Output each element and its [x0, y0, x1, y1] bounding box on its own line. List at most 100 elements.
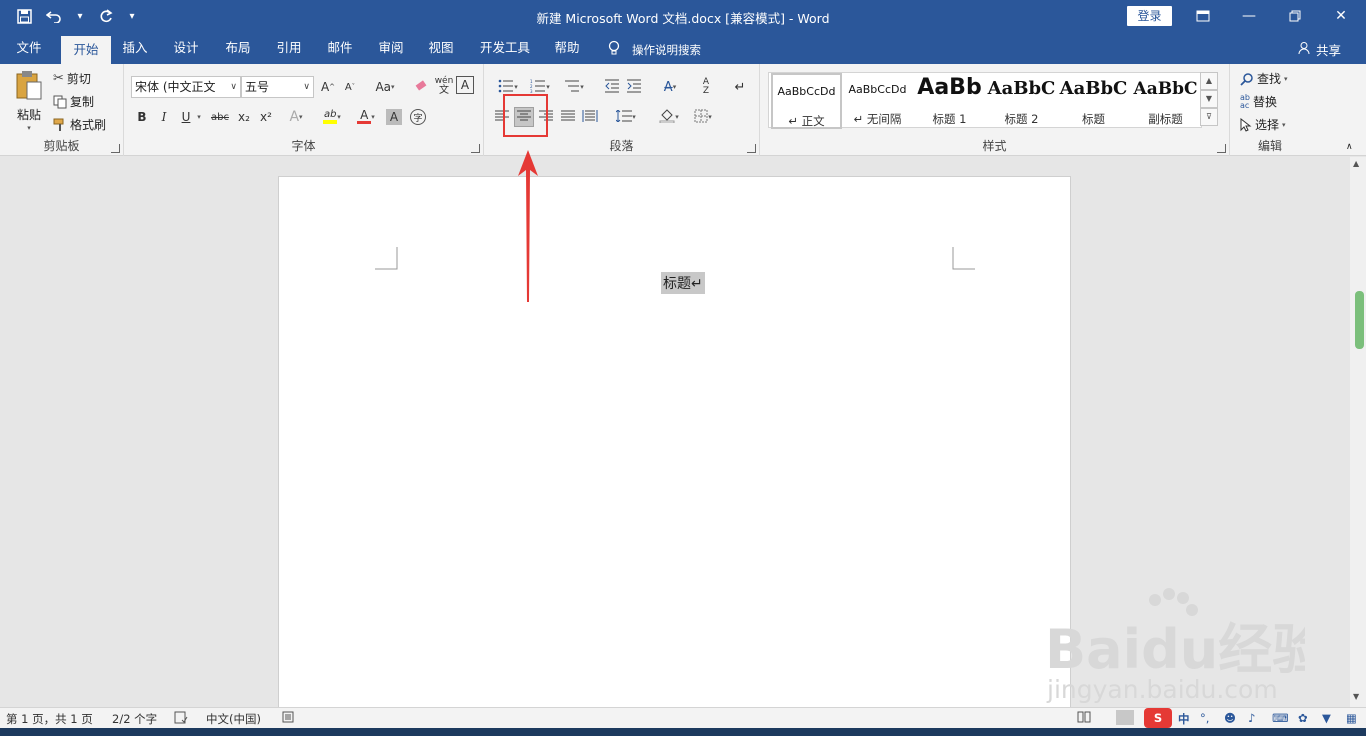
- ime-grid-icon[interactable]: ▦: [1346, 711, 1357, 725]
- undo-icon[interactable]: [44, 6, 64, 26]
- text-effects-button[interactable]: A ▾: [286, 107, 306, 127]
- ime-voice-icon[interactable]: ♪: [1248, 711, 1255, 725]
- paragraph-launcher-icon[interactable]: .: [747, 144, 756, 153]
- shading-button[interactable]: ▾: [654, 107, 684, 127]
- tell-me-search[interactable]: 操作说明搜索: [608, 40, 701, 59]
- highlight-button[interactable]: ab ▾: [318, 107, 346, 127]
- gallery-up-icon[interactable]: ▲: [1200, 72, 1218, 90]
- phonetic-guide-button[interactable]: wén 文: [434, 76, 454, 96]
- replace-button[interactable]: ab ac 替换: [1240, 93, 1277, 110]
- justify-button[interactable]: [558, 107, 578, 127]
- scroll-thumb[interactable]: [1355, 291, 1364, 349]
- collapse-ribbon-icon[interactable]: ∧: [1346, 142, 1353, 152]
- style-normal[interactable]: AaBbCcDd ↵ 正文: [771, 73, 842, 129]
- gallery-down-icon[interactable]: ▼: [1200, 90, 1218, 108]
- ime-skin-icon[interactable]: ✿: [1298, 711, 1308, 725]
- char-shading-button[interactable]: A: [386, 109, 402, 125]
- ime-chinese-icon[interactable]: 中: [1178, 711, 1190, 727]
- ime-shirt-icon[interactable]: ▼: [1322, 711, 1331, 725]
- select-button[interactable]: 选择 ▾: [1240, 116, 1286, 133]
- shrink-font-button[interactable]: Aˇ: [340, 77, 360, 97]
- tab-developer[interactable]: 开发工具: [474, 32, 536, 64]
- ime-keyboard-icon[interactable]: ⌨: [1272, 711, 1289, 725]
- redo-icon[interactable]: [96, 6, 116, 26]
- customize-qat-icon[interactable]: ▾: [126, 6, 138, 26]
- tab-design[interactable]: 设计: [166, 32, 206, 64]
- style-title[interactable]: AaBbC 标题: [1058, 73, 1129, 129]
- show-marks-button[interactable]: ↵: [730, 77, 750, 97]
- decrease-indent-button[interactable]: [602, 77, 622, 97]
- cut-button[interactable]: ✂ 剪切: [53, 70, 91, 87]
- close-icon[interactable]: ✕: [1318, 4, 1364, 28]
- italic-button[interactable]: I: [154, 107, 174, 127]
- tab-help[interactable]: 帮助: [547, 32, 587, 64]
- print-layout-icon[interactable]: [1116, 710, 1134, 725]
- font-launcher-icon[interactable]: .: [471, 144, 480, 153]
- change-case-button[interactable]: Aa ▾: [370, 77, 400, 97]
- format-painter-button[interactable]: 格式刷: [53, 116, 106, 133]
- read-mode-icon[interactable]: [1077, 711, 1091, 726]
- subscript-button[interactable]: x₂: [234, 107, 254, 127]
- bold-button[interactable]: B: [132, 107, 152, 127]
- font-color-button[interactable]: A ▾: [352, 107, 380, 127]
- restore-icon[interactable]: [1272, 4, 1318, 28]
- font-name-dropdown-icon[interactable]: ∨: [230, 77, 237, 97]
- login-button[interactable]: 登录: [1127, 6, 1172, 26]
- vertical-scrollbar[interactable]: ▲ ▼: [1350, 157, 1366, 707]
- paste-dropdown-icon[interactable]: ▾: [27, 124, 31, 132]
- gallery-more-icon[interactable]: ⊽: [1200, 108, 1218, 126]
- distributed-button[interactable]: [580, 107, 600, 127]
- document-page[interactable]: 标题↵: [278, 176, 1071, 716]
- underline-button[interactable]: U: [176, 107, 196, 127]
- font-size-dropdown-icon[interactable]: ∨: [303, 77, 310, 97]
- macro-icon[interactable]: [282, 711, 294, 726]
- find-button[interactable]: 查找 ▾: [1240, 70, 1288, 87]
- line-spacing-button[interactable]: ▾: [612, 107, 640, 127]
- superscript-button[interactable]: x²: [256, 107, 276, 127]
- style-no-spacing[interactable]: AaBbCcDd ↵ 无间隔: [842, 73, 913, 129]
- clear-formatting-button[interactable]: [412, 77, 432, 97]
- styles-launcher-icon[interactable]: .: [1217, 144, 1226, 153]
- tab-review[interactable]: 审阅: [371, 32, 411, 64]
- minimize-icon[interactable]: —: [1226, 4, 1272, 28]
- language-status[interactable]: 中文(中国): [206, 711, 261, 727]
- tab-home[interactable]: 开始: [61, 36, 111, 64]
- scroll-down-icon[interactable]: ▼: [1353, 692, 1359, 701]
- style-heading-1[interactable]: AaBb 标题 1: [914, 73, 985, 129]
- enclose-chars-button[interactable]: 字: [408, 107, 428, 127]
- style-subtitle[interactable]: AaBbC 副标题: [1130, 73, 1201, 129]
- undo-dropdown-icon[interactable]: ▾: [74, 6, 86, 26]
- strikethrough-button[interactable]: abc: [208, 107, 232, 127]
- ribbon-display-icon[interactable]: [1180, 4, 1226, 28]
- borders-button[interactable]: ▾: [688, 107, 718, 127]
- chinese-layout-button[interactable]: A̶ ▾: [656, 77, 684, 97]
- increase-indent-button[interactable]: [624, 77, 644, 97]
- tab-file[interactable]: 文件: [6, 32, 52, 64]
- ime-punct-icon[interactable]: °,: [1200, 711, 1209, 725]
- word-count[interactable]: 2/2 个字: [112, 711, 157, 727]
- grow-font-button[interactable]: A ^: [318, 77, 338, 97]
- ime-emoji-icon[interactable]: ☻: [1224, 711, 1236, 725]
- document-heading-text[interactable]: 标题↵: [661, 272, 705, 294]
- multilevel-list-button[interactable]: ▾: [560, 77, 588, 97]
- underline-dropdown-icon[interactable]: ▾: [194, 107, 204, 127]
- sort-button[interactable]: AZ: [696, 77, 716, 97]
- tab-layout[interactable]: 布局: [218, 32, 258, 64]
- style-heading-2[interactable]: AaBbC 标题 2: [986, 73, 1057, 129]
- page-count[interactable]: 第 1 页，共 1 页: [6, 711, 93, 727]
- tab-insert[interactable]: 插入: [115, 32, 155, 64]
- tab-references[interactable]: 引用: [269, 32, 309, 64]
- tab-view[interactable]: 视图: [421, 32, 461, 64]
- save-icon[interactable]: [14, 6, 34, 26]
- char-border-button[interactable]: A: [456, 76, 474, 94]
- proofing-icon[interactable]: [174, 711, 188, 727]
- sogou-ime-icon[interactable]: S: [1144, 708, 1172, 728]
- font-name-combo[interactable]: 宋体 (中文正文 ∨: [131, 76, 241, 98]
- clipboard-launcher-icon[interactable]: .: [111, 144, 120, 153]
- copy-button[interactable]: 复制: [53, 93, 94, 110]
- tab-mailings[interactable]: 邮件: [320, 32, 360, 64]
- font-size-combo[interactable]: 五号 ∨: [241, 76, 314, 98]
- scroll-up-icon[interactable]: ▲: [1353, 159, 1359, 168]
- paste-button[interactable]: 粘贴 ▾: [14, 70, 44, 132]
- share-button[interactable]: 共享: [1298, 40, 1341, 59]
